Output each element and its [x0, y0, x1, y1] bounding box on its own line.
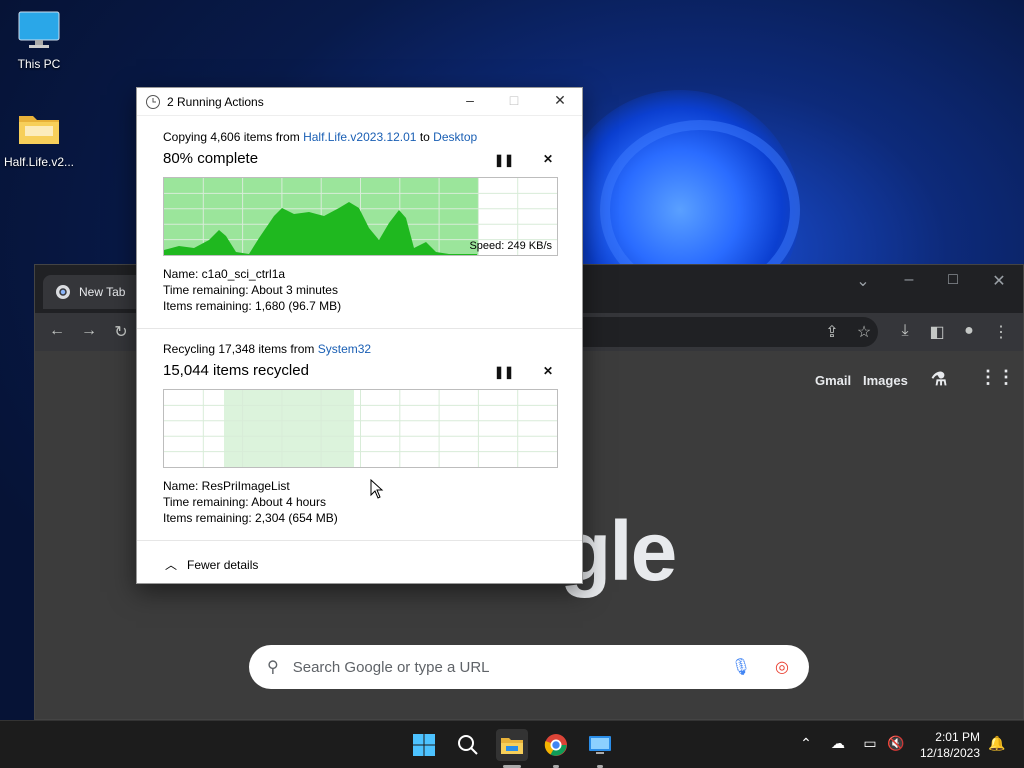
folder-icon	[19, 116, 59, 144]
copy-time-remaining: Time remaining: About 3 minutes	[163, 283, 338, 297]
download-icon[interactable]: ⤓	[895, 322, 915, 340]
clock[interactable]: 2:01 PM 12/18/2023	[920, 729, 980, 761]
recycle-status: 15,044 items recycled	[163, 362, 309, 379]
recycle-cancel-button[interactable]: ✕	[540, 364, 556, 378]
voice-search-icon[interactable]: 🎙	[731, 657, 751, 677]
close-icon[interactable]: ✕	[987, 271, 1011, 291]
google-search-box[interactable]: ⚲ Search Google or type a URL 🎙 ◎	[249, 645, 809, 689]
fewer-details-label: Fewer details	[187, 557, 259, 572]
copy-source-link[interactable]: Half.Life.v2023.12.01	[303, 130, 416, 144]
desktop-icon-label: This PC	[17, 57, 61, 71]
file-operation-dialog: 2 Running Actions – □ ✕ Copying 4,606 it…	[136, 87, 583, 584]
back-icon[interactable]: ←	[47, 322, 67, 340]
profile-icon[interactable]: ●	[959, 322, 979, 340]
copy-header: Copying 4,606 items from Half.Life.v2023…	[163, 130, 477, 144]
bookmark-star-icon[interactable]: ☆	[854, 322, 874, 342]
desktop-icon-this-pc[interactable]: This PC	[1, 10, 77, 71]
close-icon[interactable]: ✕	[550, 92, 570, 109]
desktop-icon-label: Half.Life.v2...	[3, 155, 75, 169]
side-panel-icon[interactable]: ◧	[927, 322, 947, 342]
copy-items-remaining: Items remaining: 1,680 (96.7 MB)	[163, 299, 342, 313]
copy-speed-label: Speed: 249 KB/s	[469, 240, 552, 252]
chrome-icon	[544, 734, 567, 756]
tab-search-icon[interactable]: ⌄	[851, 271, 875, 291]
taskbar-file-explorer[interactable]	[496, 729, 528, 761]
recycle-header-prefix: Recycling 17,348 items from	[163, 342, 318, 356]
reload-icon[interactable]: ↻	[111, 322, 131, 342]
forward-icon[interactable]: →	[79, 322, 99, 340]
copy-status: 80% complete	[163, 150, 259, 167]
copy-pause-button[interactable]: ❚❚	[494, 153, 514, 167]
menu-icon[interactable]: ⋮	[991, 322, 1011, 342]
mouse-cursor-icon	[370, 479, 384, 499]
clock-icon	[146, 94, 160, 109]
recycle-progress-graph	[163, 389, 558, 468]
separator	[137, 328, 582, 329]
recycle-time-remaining: Time remaining: About 4 hours	[163, 495, 326, 509]
recycle-items-remaining: Items remaining: 2,304 (654 MB)	[163, 511, 338, 525]
recycle-source-link[interactable]: System32	[318, 342, 371, 356]
remote-desktop-icon	[589, 736, 611, 754]
taskbar-remote-desktop[interactable]	[584, 729, 616, 761]
chevron-up-icon: ︿	[165, 558, 178, 572]
minimize-icon[interactable]: –	[897, 271, 921, 289]
gmail-link[interactable]: Gmail	[815, 373, 851, 388]
labs-icon[interactable]: ⚗	[931, 369, 947, 390]
recycle-header: Recycling 17,348 items from System32	[163, 342, 371, 356]
taskbar-chrome[interactable]	[540, 729, 572, 761]
taskbar: ⌃ ☁ ▭ 🔇 2:01 PM 12/18/2023 🔔	[0, 720, 1024, 768]
copy-header-mid: to	[416, 130, 434, 144]
network-icon[interactable]: ▭	[859, 735, 881, 752]
recycle-file-name: Name: ResPriImageList	[163, 479, 290, 493]
copy-destination-link[interactable]: Desktop	[433, 130, 477, 144]
minimize-icon[interactable]: –	[460, 92, 480, 108]
fewer-details-button[interactable]: ︿ Fewer details	[165, 556, 258, 573]
share-icon[interactable]: ⇪	[822, 322, 842, 342]
desktop-icon-half-life-folder[interactable]: Half.Life.v2...	[1, 108, 77, 169]
file-explorer-icon	[501, 738, 523, 754]
search-icon	[458, 735, 478, 755]
images-link[interactable]: Images	[863, 373, 908, 388]
clock-date: 12/18/2023	[919, 746, 980, 760]
maximize-icon[interactable]: □	[504, 92, 524, 108]
volume-muted-icon[interactable]: 🔇	[885, 735, 907, 752]
monitor-icon	[18, 11, 60, 48]
notification-bell-icon[interactable]: 🔔	[986, 735, 1008, 752]
copy-header-prefix: Copying 4,606 items from	[163, 130, 304, 144]
clock-time: 2:01 PM	[935, 730, 980, 744]
tab-label: New Tab	[79, 285, 126, 299]
dialog-titlebar: 2 Running Actions – □ ✕	[137, 88, 582, 116]
maximize-icon[interactable]: □	[941, 271, 965, 289]
apps-grid-icon[interactable]: ⋮⋮	[979, 367, 1015, 388]
copy-file-name: Name: c1a0_sci_ctrl1a	[163, 267, 286, 281]
onedrive-icon[interactable]: ☁	[827, 735, 849, 752]
chevron-up-icon[interactable]: ⌃	[795, 735, 817, 752]
search-placeholder: Search Google or type a URL	[292, 658, 490, 676]
chrome-icon	[56, 285, 70, 299]
taskbar-search-button[interactable]	[452, 729, 484, 761]
windows-logo-icon	[413, 734, 435, 756]
start-button[interactable]	[408, 729, 440, 761]
copy-progress-graph: Speed: 249 KB/s	[163, 177, 558, 256]
dialog-title: 2 Running Actions	[167, 94, 264, 109]
separator	[137, 540, 582, 541]
recycle-activity-glow	[224, 390, 354, 467]
recycle-pause-button[interactable]: ❚❚	[494, 365, 514, 379]
lens-icon[interactable]: ◎	[775, 657, 789, 677]
copy-details: Name: c1a0_sci_ctrl1a Time remaining: Ab…	[163, 266, 341, 314]
recycle-details: Name: ResPriImageList Time remaining: Ab…	[163, 478, 338, 526]
search-icon: ⚲	[267, 659, 279, 676]
copy-cancel-button[interactable]: ✕	[540, 152, 556, 166]
recycle-activity-chart	[164, 390, 557, 467]
